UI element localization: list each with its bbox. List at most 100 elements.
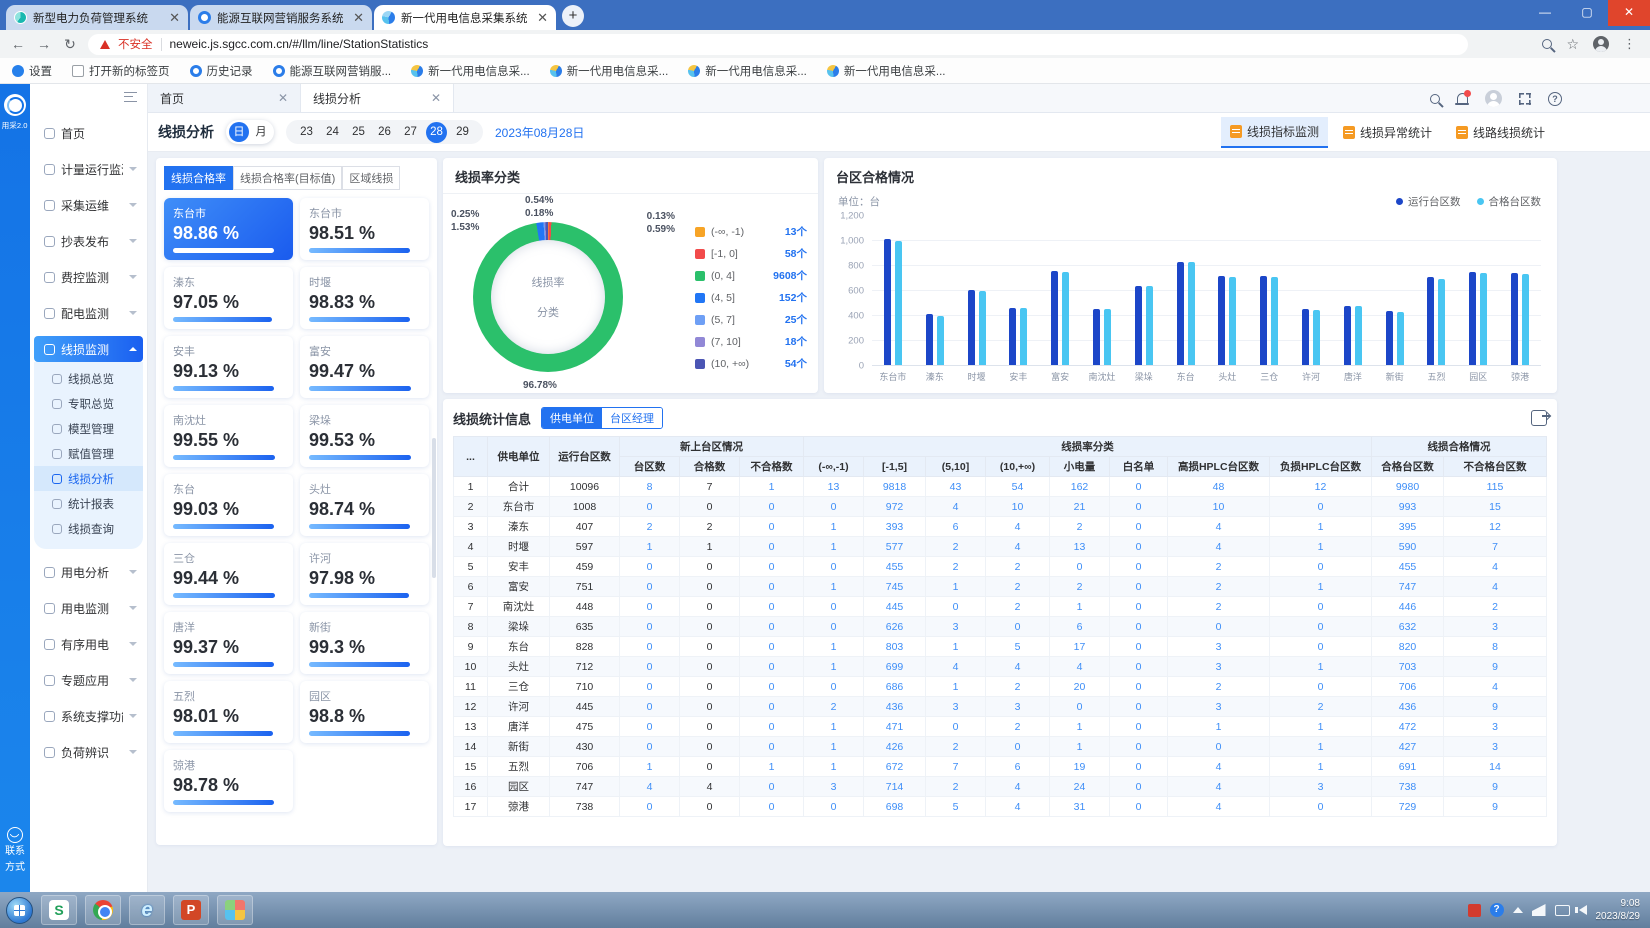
maximize-button[interactable]: ▢ <box>1566 0 1608 26</box>
table-row[interactable]: 11三仓710000068612200207064 <box>454 677 1547 697</box>
sidebar-subitem[interactable]: 统计报表 <box>34 491 143 516</box>
display-icon[interactable] <box>1555 905 1570 916</box>
sidebar-item[interactable]: 用电监测 <box>34 595 143 621</box>
mode-month-button[interactable]: 月 <box>251 122 271 142</box>
taskbar-app-ie[interactable]: e <box>129 895 165 925</box>
rate-card[interactable]: 新街99.3 % <box>300 612 429 674</box>
sidebar-subitem[interactable]: 线损查询 <box>34 516 143 541</box>
forward-icon[interactable]: → <box>36 36 52 52</box>
table-toggle-button[interactable]: 供电单位 <box>542 408 602 428</box>
sidebar-item[interactable]: 配电监测 <box>34 300 143 326</box>
table-row[interactable]: 10头灶71200016994440317039 <box>454 657 1547 677</box>
network-icon[interactable] <box>1532 904 1546 916</box>
table-row[interactable]: 2东台市1008000097241021010099315 <box>454 497 1547 517</box>
close-button[interactable]: ✕ <box>1608 0 1650 26</box>
table-toggle-button[interactable]: 台区经理 <box>602 408 662 428</box>
rate-card[interactable]: 三仓99.44 % <box>164 543 293 605</box>
mode-day-button[interactable]: 日 <box>229 122 249 142</box>
back-icon[interactable]: ← <box>10 36 26 52</box>
sidebar-item[interactable]: 有序用电 <box>34 631 143 657</box>
day-option[interactable]: 29 <box>452 122 473 143</box>
user-avatar[interactable] <box>1485 90 1502 107</box>
browser-tab[interactable]: 新型电力负荷管理系统✕ <box>6 5 188 30</box>
table-row[interactable]: 7南沈灶44800004450210204462 <box>454 597 1547 617</box>
table-row[interactable]: 14新街43000014262010014273 <box>454 737 1547 757</box>
rate-card[interactable]: 东台市98.86 % <box>164 198 293 260</box>
workspace-tab-close-icon[interactable]: ✕ <box>278 91 288 105</box>
rate-tab[interactable]: 线损合格率(目标值) <box>233 166 342 190</box>
search-icon[interactable] <box>1430 94 1440 104</box>
sidebar-subitem[interactable]: 赋值管理 <box>34 441 143 466</box>
rate-card[interactable]: 东台99.03 % <box>164 474 293 536</box>
legend-item[interactable]: (10, +∞)54个 <box>695 356 807 371</box>
table-row[interactable]: 6富安75100017451220217474 <box>454 577 1547 597</box>
start-button[interactable] <box>6 897 33 924</box>
sidebar-item[interactable]: 系统支撑功能 <box>34 703 143 729</box>
legend-item[interactable]: (7, 10]18个 <box>695 334 807 349</box>
rate-tab[interactable]: 区域线损 <box>342 166 400 190</box>
rate-card[interactable]: 安丰99.13 % <box>164 336 293 398</box>
day-option[interactable]: 27 <box>400 122 421 143</box>
rate-card[interactable]: 园区98.8 % <box>300 681 429 743</box>
bar-group[interactable] <box>1457 216 1499 365</box>
sidebar-subitem[interactable]: 线损总览 <box>34 366 143 391</box>
sidebar-collapse-icon[interactable] <box>124 92 137 102</box>
legend-item[interactable]: (-∞, -1)13个 <box>695 224 807 239</box>
legend-item[interactable]: [-1, 0]58个 <box>695 246 807 261</box>
sidebar-item[interactable]: 线损监测 <box>34 336 143 362</box>
tray-alert-icon[interactable] <box>1468 904 1481 917</box>
bar-group[interactable] <box>1416 216 1458 365</box>
day-option[interactable]: 23 <box>296 122 317 143</box>
taskbar-app-wps[interactable]: S <box>41 895 77 925</box>
export-icon[interactable] <box>1531 410 1547 426</box>
bar-group[interactable] <box>1332 216 1374 365</box>
view-button[interactable]: 线损异常统计 <box>1334 118 1441 147</box>
bar-group[interactable] <box>1123 216 1165 365</box>
bookmark-item[interactable]: 打开新的标签页 <box>72 63 170 79</box>
bar-group[interactable] <box>1165 216 1207 365</box>
rate-card[interactable]: 梁垛99.53 % <box>300 405 429 467</box>
taskbar-app-paint[interactable] <box>217 895 253 925</box>
sidebar-item[interactable]: 负荷辨识 <box>34 739 143 765</box>
table-row[interactable]: 16园区747440371424240437389 <box>454 777 1547 797</box>
bar-group[interactable] <box>1081 216 1123 365</box>
rate-card[interactable]: 溱东97.05 % <box>164 267 293 329</box>
browser-tab[interactable]: 能源互联网营销服务系统✕ <box>190 5 372 30</box>
bar-legend-item[interactable]: 合格台区数 <box>1477 194 1542 209</box>
rate-card[interactable]: 富安99.47 % <box>300 336 429 398</box>
contact-button[interactable]: 联系 方式 <box>5 827 25 874</box>
rate-card[interactable]: 唐洋99.37 % <box>164 612 293 674</box>
day-option[interactable]: 24 <box>322 122 343 143</box>
sidebar-item[interactable]: 采集运维 <box>34 192 143 218</box>
table-row[interactable]: 5安丰45900004552200204554 <box>454 557 1547 577</box>
tray-expand-icon[interactable] <box>1513 907 1523 913</box>
bar-group[interactable] <box>997 216 1039 365</box>
bookmark-item[interactable]: 能源互联网营销服... <box>273 63 392 79</box>
table-row[interactable]: 9东台828000180315170308208 <box>454 637 1547 657</box>
workspace-tab-close-icon[interactable]: ✕ <box>431 91 441 105</box>
bookmark-item[interactable]: 历史记录 <box>190 63 253 79</box>
taskbar-app-chrome[interactable] <box>85 895 121 925</box>
reload-icon[interactable]: ↻ <box>62 36 78 53</box>
sidebar-item[interactable]: 费控监测 <box>34 264 143 290</box>
bookmark-item[interactable]: 新一代用电信息采... <box>827 63 946 79</box>
bar-group[interactable] <box>1248 216 1290 365</box>
url-box[interactable]: 不安全 neweic.js.sgcc.com.cn/#/llm/line/Sta… <box>88 34 1468 55</box>
bar-group[interactable] <box>1290 216 1332 365</box>
legend-item[interactable]: (4, 5]152个 <box>695 290 807 305</box>
bookmark-item[interactable]: 新一代用电信息采... <box>688 63 807 79</box>
bar-group[interactable] <box>1039 216 1081 365</box>
sidebar-subitem[interactable]: 专职总览 <box>34 391 143 416</box>
new-tab-button[interactable]: + <box>562 5 584 27</box>
rate-card[interactable]: 弶港98.78 % <box>164 750 293 812</box>
rate-card[interactable]: 东台市98.51 % <box>300 198 429 260</box>
day-option[interactable]: 26 <box>374 122 395 143</box>
sidebar-subitem[interactable]: 模型管理 <box>34 416 143 441</box>
bar-group[interactable] <box>1207 216 1249 365</box>
view-button[interactable]: 线路线损统计 <box>1447 118 1554 147</box>
sidebar-item[interactable]: 首页 <box>34 120 143 146</box>
table-row[interactable]: 8梁垛63500006263060006323 <box>454 617 1547 637</box>
tab-close-icon[interactable]: ✕ <box>537 11 548 24</box>
zoom-icon[interactable] <box>1542 39 1552 49</box>
bar-group[interactable] <box>1499 216 1541 365</box>
